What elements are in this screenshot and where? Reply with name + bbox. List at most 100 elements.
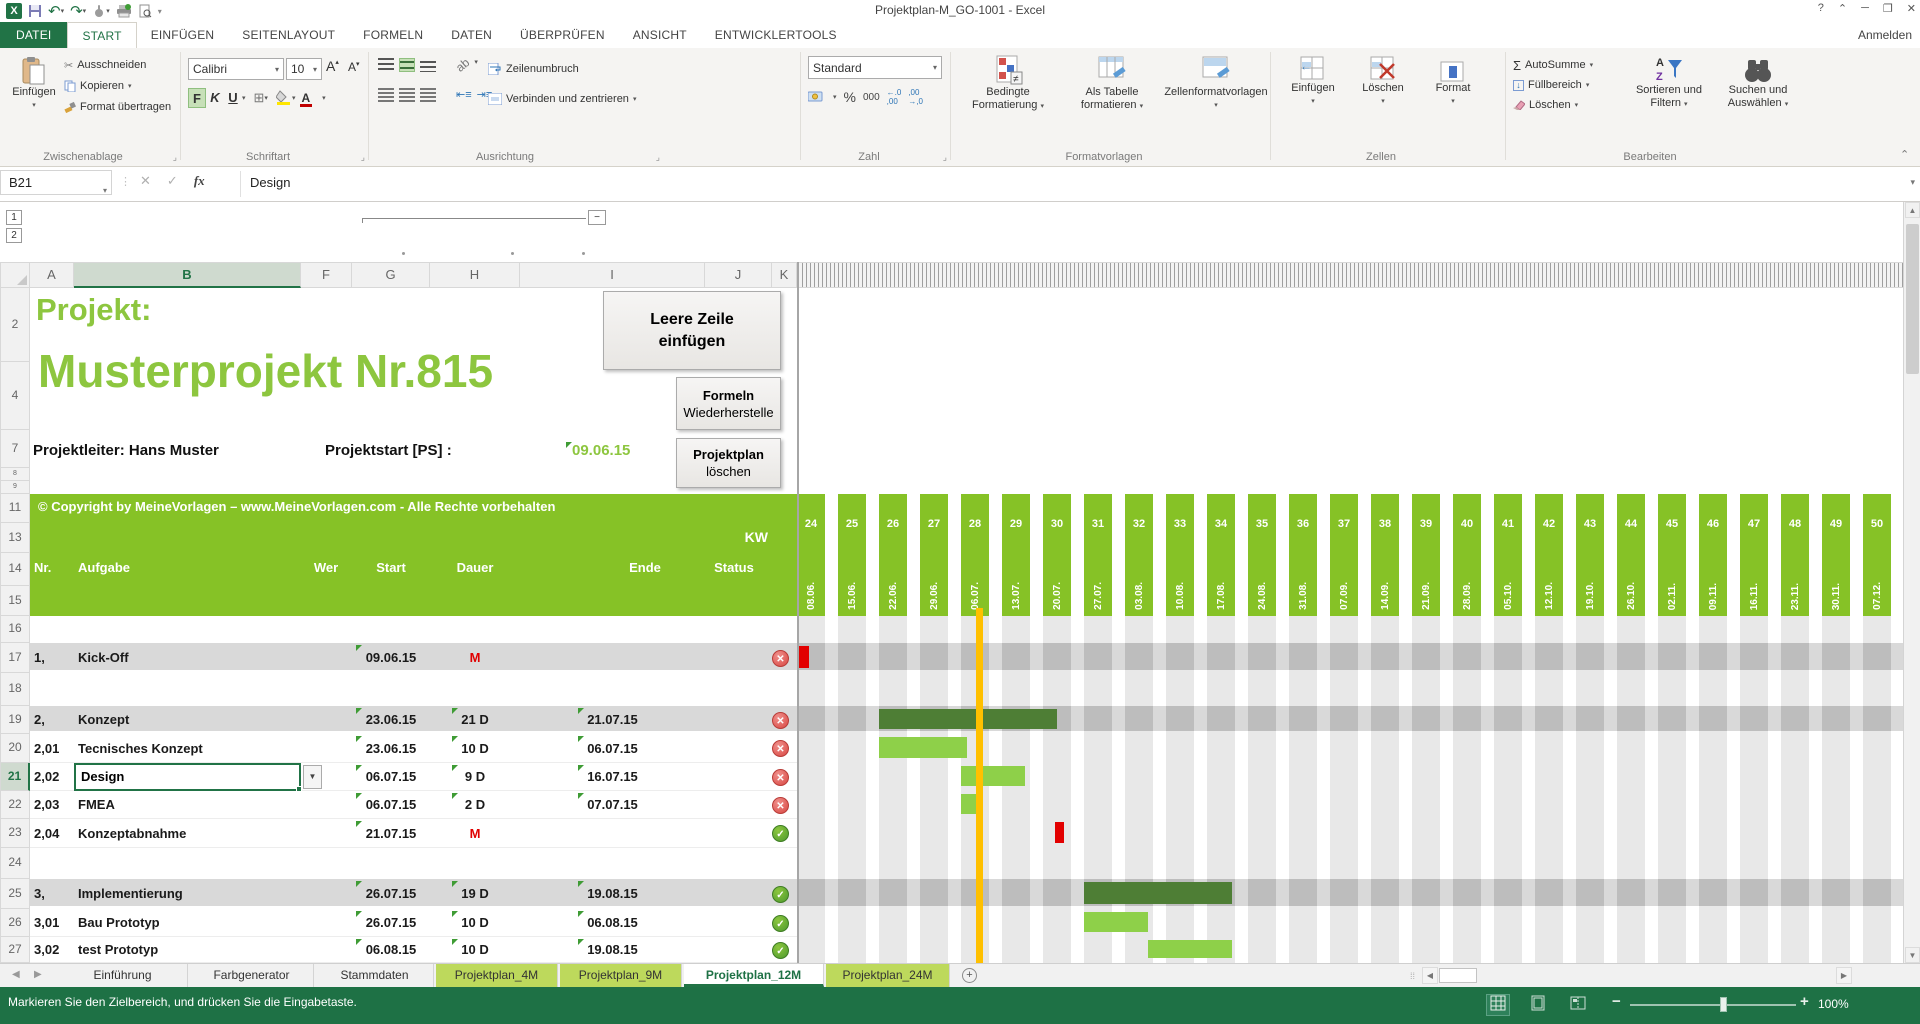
cell-duration-21[interactable]: 9 D [430, 769, 520, 784]
increase-decimal-icon[interactable]: ←.0,00 [887, 88, 902, 106]
ribbon-tab-daten[interactable]: DATEN [437, 22, 506, 48]
column-header-I[interactable]: I [520, 262, 705, 288]
autosum-button[interactable]: ΣAutoSumme ▾ [1513, 56, 1593, 74]
restore-icon[interactable]: ❐ [1883, 2, 1893, 15]
column-header-F[interactable]: F [301, 262, 352, 288]
cell-dropdown-button[interactable]: ▼ [303, 765, 322, 789]
cell-nr-26[interactable]: 3,01 [34, 915, 59, 930]
cell-start-21[interactable]: 06.07.15 [352, 769, 430, 784]
cell-duration-25[interactable]: 19 D [430, 886, 520, 901]
insert-function-icon[interactable]: fx [194, 173, 205, 189]
row-header-18[interactable]: 18 [0, 673, 30, 706]
wrap-text-button[interactable]: Zeilenumbruch [488, 60, 579, 78]
align-left-icon[interactable] [378, 88, 394, 102]
cell-task-25[interactable]: Implementierung [78, 886, 183, 901]
format-as-table-button[interactable]: Als Tabelleformatieren ▾ [1062, 54, 1162, 113]
ribbon-tab-datei[interactable]: DATEI [0, 22, 67, 48]
scroll-up-icon[interactable]: ▲ [1905, 202, 1920, 218]
cell-nr-20[interactable]: 2,01 [34, 741, 59, 756]
align-right-icon[interactable] [420, 88, 436, 102]
cell-end-19[interactable]: 21.07.15 [520, 712, 705, 727]
cell-start-20[interactable]: 23.06.15 [352, 741, 430, 756]
status-icon-19-error[interactable]: ✕ [772, 712, 789, 729]
sheet-tab-Stammdaten[interactable]: Stammdaten [316, 964, 434, 987]
row-header-25[interactable]: 25 [0, 879, 30, 909]
cell-task-27[interactable]: test Prototyp [78, 942, 158, 957]
normal-view-button[interactable] [1487, 995, 1509, 1015]
column-header-G[interactable]: G [352, 262, 430, 288]
cell-styles-button[interactable]: Zellenformatvorlagen▾ [1166, 54, 1266, 112]
row-header-13[interactable]: 13 [0, 523, 30, 553]
row-header-14[interactable]: 14 [0, 553, 30, 586]
insert-empty-row-button[interactable]: Leere Zeile einfügen [603, 291, 781, 370]
row-header-4[interactable]: 4 [0, 362, 30, 430]
cell-task-26[interactable]: Bau Prototyp [78, 915, 160, 930]
sheet-tab-Farbgenerator[interactable]: Farbgenerator [190, 964, 314, 987]
cell-end-26[interactable]: 06.08.15 [520, 915, 705, 930]
font-dialog-launcher[interactable]: ⌟ [361, 152, 365, 163]
align-center-icon[interactable] [399, 88, 415, 102]
cell-start-27[interactable]: 06.08.15 [352, 942, 430, 957]
gantt-bar-row-25[interactable] [1084, 882, 1232, 904]
cell-task-17[interactable]: Kick-Off [78, 650, 129, 665]
italic-button[interactable]: K [206, 88, 224, 108]
conditional-formatting-button[interactable]: ≠ BedingteFormatierung ▾ [958, 54, 1058, 113]
cell-end-21[interactable]: 16.07.15 [520, 769, 705, 784]
zoom-slider-thumb[interactable] [1720, 997, 1727, 1012]
gantt-bar-row-17[interactable] [799, 646, 809, 668]
font-family-select[interactable]: Calibri▾ [188, 58, 284, 80]
cell-task-22[interactable]: FMEA [78, 797, 115, 812]
column-header-A[interactable]: A [30, 262, 74, 288]
row-header-22[interactable]: 22 [0, 791, 30, 819]
close-icon[interactable]: ✕ [1907, 2, 1916, 15]
sheet-tab-Projektplan_4M[interactable]: Projektplan_4M [436, 964, 558, 987]
cell-duration-19[interactable]: 21 D [430, 712, 520, 727]
fill-button[interactable]: ↓Füllbereich ▾ [1513, 76, 1593, 94]
worksheet[interactable]: 1 2 − ABFGHIJK24789111314152408.06.2515.… [0, 202, 1920, 963]
row-header-15[interactable]: 15 [0, 586, 30, 616]
percent-icon[interactable]: % [844, 89, 856, 105]
select-all-corner[interactable] [0, 262, 30, 288]
column-header-K[interactable]: K [772, 262, 797, 288]
clear-button[interactable]: Löschen ▾ [1513, 96, 1593, 114]
sign-in-link[interactable]: Anmelden [1858, 22, 1912, 48]
project-start-date[interactable]: 09.06.15 [572, 442, 630, 459]
cell-nr-27[interactable]: 3,02 [34, 942, 59, 957]
ribbon-tab-ansicht[interactable]: ANSICHT [619, 22, 701, 48]
row-header-21[interactable]: 21 [0, 763, 30, 791]
number-dialog-launcher[interactable]: ⌟ [943, 152, 947, 163]
merge-center-button[interactable]: Verbinden und zentrieren ▾ [488, 90, 636, 108]
cell-start-26[interactable]: 26.07.15 [352, 915, 430, 930]
cell-nr-21[interactable]: 2,02 [34, 769, 59, 784]
row-header-8[interactable]: 8 [0, 468, 30, 481]
page-break-view-button[interactable] [1567, 995, 1589, 1015]
status-icon-23-ok[interactable]: ✓ [772, 825, 789, 842]
clear-project-plan-button[interactable]: Projektplanlöschen [676, 438, 781, 488]
restore-formulas-button[interactable]: FormelnWiederherstelle [676, 377, 781, 430]
ribbon-display-icon[interactable]: ⌃ [1838, 2, 1847, 15]
sheet-nav-left-icon[interactable]: ◀ [12, 969, 20, 980]
gantt-bar-row-26[interactable] [1084, 912, 1148, 932]
sheet-tab-Einführung[interactable]: Einführung [58, 964, 188, 987]
status-icon-20-error[interactable]: ✕ [772, 740, 789, 757]
collapse-ribbon-icon[interactable]: ⌃ [1900, 148, 1909, 161]
cell-duration-23[interactable]: M [430, 826, 520, 841]
ribbon-tab-seitenlayout[interactable]: SEITENLAYOUT [228, 22, 349, 48]
cell-start-25[interactable]: 26.07.15 [352, 886, 430, 901]
borders-icon[interactable]: ⊞ [254, 90, 265, 106]
cell-duration-20[interactable]: 10 D [430, 741, 520, 756]
cell-nr-19[interactable]: 2, [34, 712, 45, 727]
row-header-19[interactable]: 19 [0, 706, 30, 734]
vertical-scroll-thumb[interactable] [1906, 224, 1919, 374]
cell-nr-25[interactable]: 3, [34, 886, 45, 901]
gantt-bar-row-19[interactable] [879, 709, 1057, 729]
ribbon-tab-überprüfen[interactable]: ÜBERPRÜFEN [506, 22, 619, 48]
align-middle-icon[interactable] [399, 58, 415, 72]
cell-end-20[interactable]: 06.07.15 [520, 741, 705, 756]
format-cells-button[interactable]: ↔ Format▾ [1420, 56, 1486, 108]
status-icon-22-error[interactable]: ✕ [772, 797, 789, 814]
zoom-slider-track[interactable] [1630, 1004, 1796, 1006]
shrink-font-button[interactable]: A▾ [348, 60, 360, 74]
currency-icon[interactable] [808, 90, 826, 105]
cell-nr-17[interactable]: 1, [34, 650, 45, 665]
